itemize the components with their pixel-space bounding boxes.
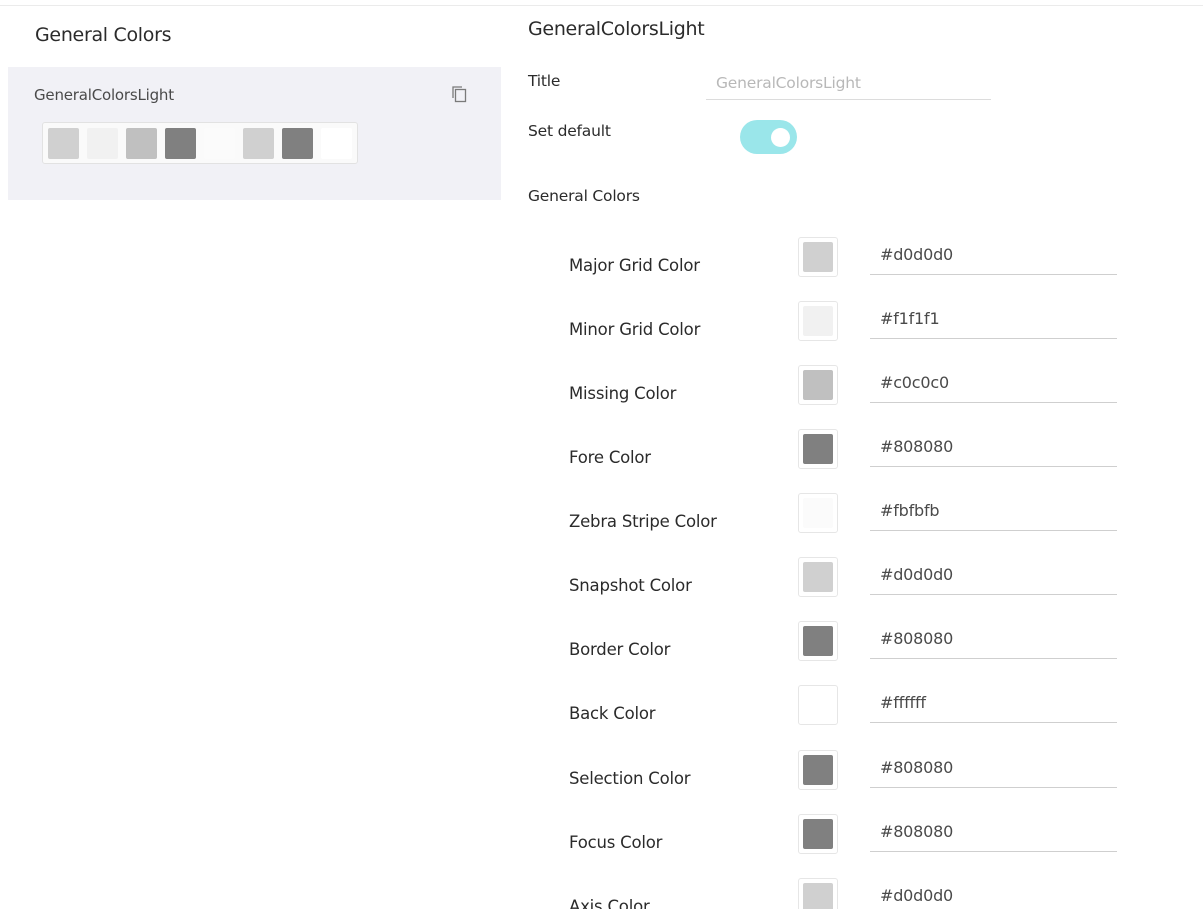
- theme-name: GeneralColorsLight: [34, 86, 174, 104]
- color-picker-chip[interactable]: [798, 301, 838, 341]
- swatch-fill: [243, 127, 274, 159]
- color-hex-input[interactable]: [870, 362, 1117, 403]
- color-hex-input[interactable]: [870, 554, 1117, 595]
- theme-swatch: [200, 124, 239, 162]
- theme-swatch: [44, 124, 83, 162]
- color-hex-input[interactable]: [870, 811, 1117, 852]
- color-row: Minor Grid Color: [0, 298, 1203, 369]
- color-chip-fill: [803, 819, 833, 849]
- color-chip-fill: [803, 562, 833, 592]
- color-row-label: Snapshot Color: [569, 576, 692, 595]
- color-row: Axis Color: [0, 875, 1203, 909]
- color-row: Back Color: [0, 682, 1203, 753]
- color-hex-input[interactable]: [870, 298, 1117, 339]
- panel-title: General Colors: [35, 24, 172, 46]
- editor-title: GeneralColorsLight: [528, 18, 705, 40]
- color-picker-chip[interactable]: [798, 493, 838, 533]
- color-row: Focus Color: [0, 811, 1203, 882]
- color-hex-input[interactable]: [870, 234, 1117, 275]
- theme-swatch: [161, 124, 200, 162]
- color-chip-fill: [803, 755, 833, 785]
- swatch-fill: [321, 127, 352, 159]
- color-row: Major Grid Color: [0, 234, 1203, 305]
- theme-swatch-strip: [42, 122, 358, 164]
- toggle-knob: [771, 128, 790, 147]
- theme-swatch: [83, 124, 122, 162]
- swatch-fill: [48, 127, 79, 159]
- color-picker-chip[interactable]: [798, 237, 838, 277]
- color-picker-chip[interactable]: [798, 878, 838, 909]
- color-picker-chip[interactable]: [798, 750, 838, 790]
- color-hex-input[interactable]: [870, 747, 1117, 788]
- color-row: Snapshot Color: [0, 554, 1203, 625]
- color-row-label: Focus Color: [569, 833, 663, 852]
- set-default-toggle[interactable]: [740, 120, 797, 154]
- swatch-fill: [204, 127, 235, 159]
- color-picker-chip[interactable]: [798, 365, 838, 405]
- theme-swatch: [239, 124, 278, 162]
- general-colors-section-label: General Colors: [528, 187, 640, 205]
- color-chip-fill: [803, 690, 833, 720]
- color-row: Border Color: [0, 618, 1203, 689]
- color-chip-fill: [803, 434, 833, 464]
- color-row-label: Border Color: [569, 640, 671, 659]
- copy-icon[interactable]: [450, 85, 468, 103]
- color-row: Fore Color: [0, 426, 1203, 497]
- swatch-fill: [282, 127, 313, 159]
- color-chip-fill: [803, 626, 833, 656]
- color-hex-input[interactable]: [870, 618, 1117, 659]
- theme-swatch: [317, 124, 356, 162]
- color-row-label: Back Color: [569, 704, 656, 723]
- color-hex-input[interactable]: [870, 682, 1117, 723]
- theme-card[interactable]: GeneralColorsLight: [8, 67, 501, 200]
- color-row-label: Major Grid Color: [569, 256, 700, 275]
- color-row-label: Zebra Stripe Color: [569, 512, 717, 531]
- title-label: Title: [528, 72, 561, 90]
- color-picker-chip[interactable]: [798, 429, 838, 469]
- swatch-fill: [165, 127, 196, 159]
- color-chip-fill: [803, 498, 833, 528]
- title-input[interactable]: [706, 66, 991, 100]
- color-row: Zebra Stripe Color: [0, 490, 1203, 561]
- swatch-fill: [87, 127, 118, 159]
- color-picker-chip[interactable]: [798, 621, 838, 661]
- color-chip-fill: [803, 883, 833, 909]
- color-hex-input[interactable]: [870, 490, 1117, 531]
- theme-swatch: [122, 124, 161, 162]
- color-row-label: Missing Color: [569, 384, 677, 403]
- color-row-label: Minor Grid Color: [569, 320, 701, 339]
- color-row: Missing Color: [0, 362, 1203, 433]
- color-row-label: Fore Color: [569, 448, 651, 467]
- swatch-fill: [126, 127, 157, 159]
- set-default-label: Set default: [528, 122, 611, 140]
- theme-swatch: [278, 124, 317, 162]
- color-row: Selection Color: [0, 747, 1203, 818]
- color-chip-fill: [803, 306, 833, 336]
- color-row-label: Axis Color: [569, 897, 650, 909]
- color-picker-chip[interactable]: [798, 814, 838, 854]
- top-divider: [0, 5, 1203, 6]
- color-chip-fill: [803, 370, 833, 400]
- color-hex-input[interactable]: [870, 426, 1117, 467]
- color-picker-chip[interactable]: [798, 557, 838, 597]
- color-picker-chip[interactable]: [798, 685, 838, 725]
- color-hex-input[interactable]: [870, 875, 1117, 909]
- color-chip-fill: [803, 242, 833, 272]
- color-row-label: Selection Color: [569, 769, 691, 788]
